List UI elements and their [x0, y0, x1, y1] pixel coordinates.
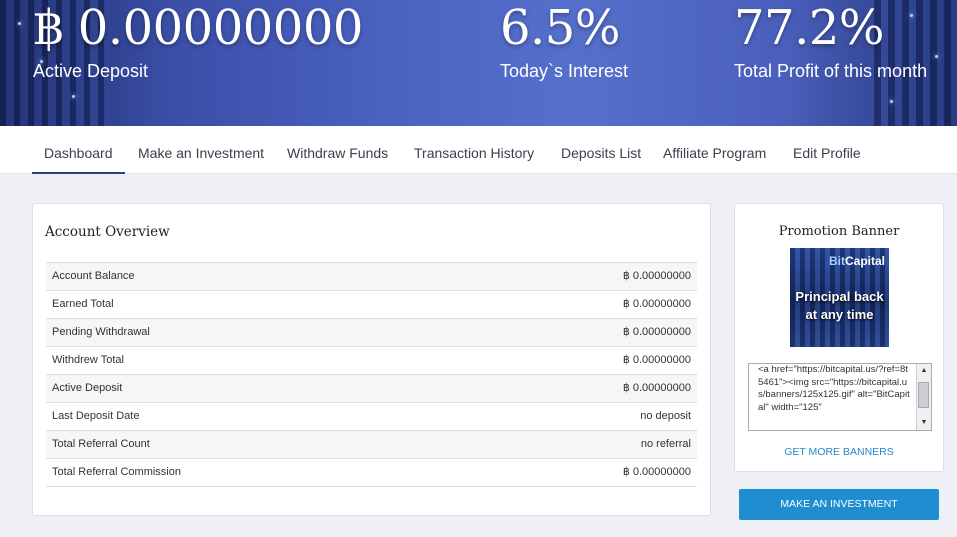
table-row: Pending Withdrawal ฿ 0.00000000	[46, 319, 697, 347]
table-row: Total Referral Count no referral	[46, 431, 697, 459]
row-value: ฿ 0.00000000	[622, 326, 691, 338]
row-value: no deposit	[640, 410, 691, 422]
row-value: ฿ 0.00000000	[622, 298, 691, 310]
row-label: Withdrew Total	[52, 354, 124, 366]
banner-code: <a href="https://bitcapital.us/?ref=8t54…	[758, 364, 910, 413]
tab-dashboard[interactable]: Dashboard	[32, 126, 125, 174]
account-overview-title: Account Overview	[45, 224, 170, 240]
tab-edit-profile[interactable]: Edit Profile	[793, 126, 861, 172]
banner-logo-capital: Capital	[844, 254, 885, 268]
total-profit-value: 77.2%	[734, 0, 884, 56]
banner-logo-bit: Bit	[828, 254, 845, 268]
tab-affiliate-program[interactable]: Affiliate Program	[663, 126, 766, 172]
row-label: Earned Total	[52, 298, 114, 310]
banner-logo: BitCapital	[829, 254, 885, 268]
row-value: ฿ 0.00000000	[622, 466, 691, 478]
table-row: Active Deposit ฿ 0.00000000	[46, 375, 697, 403]
scroll-up-icon[interactable]: ▲	[917, 364, 931, 378]
tab-deposits-list[interactable]: Deposits List	[561, 126, 641, 172]
todays-interest-value: 6.5%	[500, 0, 620, 56]
total-profit-label: Total Profit of this month	[734, 61, 928, 81]
table-row: Total Referral Commission ฿ 0.00000000	[46, 459, 697, 487]
account-overview-card: Account Overview Account Balance ฿ 0.000…	[32, 203, 711, 516]
row-label: Total Referral Count	[52, 438, 150, 450]
hero-banner: ฿ 0.00000000 Active Deposit 6.5% Today`s…	[0, 0, 957, 126]
banner-text: Principal back at any time	[795, 289, 884, 322]
row-label: Account Balance	[52, 270, 135, 282]
main-nav: Dashboard Make an Investment Withdraw Fu…	[0, 126, 957, 174]
get-more-banners-link[interactable]: GET MORE BANNERS	[735, 446, 943, 458]
row-label: Total Referral Commission	[52, 466, 181, 478]
active-deposit-stat: ฿ 0.00000000 Active Deposit	[33, 0, 363, 82]
todays-interest-stat: 6.5% Today`s Interest	[500, 0, 628, 82]
banner-image: BitCapital Principal back at any time	[790, 248, 889, 347]
promotion-banner-card: Promotion Banner BitCapital Principal ba…	[734, 203, 944, 472]
row-value: no referral	[640, 438, 691, 450]
table-row: Account Balance ฿ 0.00000000	[46, 263, 697, 291]
tab-make-an-investment[interactable]: Make an Investment	[138, 126, 264, 172]
row-value: ฿ 0.00000000	[622, 382, 691, 394]
textarea-scrollbar[interactable]: ▲ ▼	[916, 364, 931, 430]
row-value: ฿ 0.00000000	[622, 354, 691, 366]
account-overview-table: Account Balance ฿ 0.00000000 Earned Tota…	[46, 262, 697, 487]
banner-code-textarea[interactable]: <a href="https://bitcapital.us/?ref=8t54…	[748, 363, 932, 431]
scroll-thumb[interactable]	[918, 382, 929, 408]
row-label: Active Deposit	[52, 382, 123, 394]
promotion-banner-title: Promotion Banner	[778, 224, 900, 239]
server-light	[890, 100, 893, 103]
total-profit-stat: 77.2% Total Profit of this month	[734, 0, 927, 82]
todays-interest-label: Today`s Interest	[500, 61, 629, 81]
active-deposit-label: Active Deposit	[33, 61, 149, 81]
server-light	[72, 95, 75, 98]
active-deposit-value: ฿ 0.00000000	[33, 0, 363, 56]
row-value: ฿ 0.00000000	[622, 270, 691, 282]
table-row: Withdrew Total ฿ 0.00000000	[46, 347, 697, 375]
row-label: Last Deposit Date	[52, 410, 140, 422]
server-light	[18, 22, 21, 25]
scroll-down-icon[interactable]: ▼	[917, 416, 931, 430]
row-label: Pending Withdrawal	[52, 326, 150, 338]
server-light	[935, 55, 938, 58]
tab-withdraw-funds[interactable]: Withdraw Funds	[287, 126, 388, 172]
table-row: Last Deposit Date no deposit	[46, 403, 697, 431]
tab-transaction-history[interactable]: Transaction History	[414, 126, 534, 172]
table-row: Earned Total ฿ 0.00000000	[46, 291, 697, 319]
make-investment-button[interactable]: MAKE AN INVESTMENT	[739, 489, 939, 520]
